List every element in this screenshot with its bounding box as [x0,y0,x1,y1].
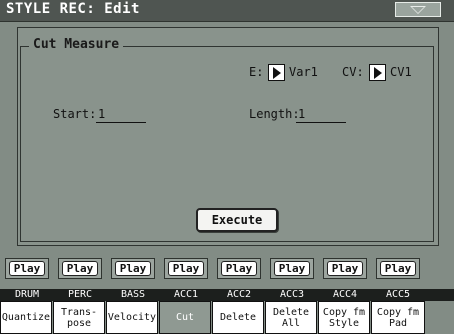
length-label: Length: [249,107,300,121]
page-menu-button[interactable] [395,2,441,17]
play-button-acc5[interactable]: Play [376,258,420,279]
play-button-bass[interactable]: Play [111,258,155,279]
play-button-acc2[interactable]: Play [217,258,261,279]
title-bar: STYLE REC: Edit [0,0,454,22]
track-label-acc3: ACC3 [279,289,305,300]
start-value[interactable]: 1 [98,107,105,121]
track-label-bass: BASS [120,289,146,300]
play-button-perc[interactable]: Play [58,258,102,279]
e-value[interactable]: Var1 [289,65,318,79]
tab-cut[interactable]: Cut [159,301,211,334]
track-label-drum: DRUM [14,289,40,300]
cv-select-arrow[interactable] [369,64,386,81]
tab-quantize[interactable]: Quantize [0,301,52,334]
length-field-underline [296,122,346,123]
track-label-acc4: ACC4 [332,289,358,300]
cv-value[interactable]: CV1 [390,65,412,79]
tab-delete[interactable]: Delete [212,301,264,334]
page-title: STYLE REC: Edit [6,1,140,17]
play-button-acc4[interactable]: Play [323,258,367,279]
tab-delete-all[interactable]: Delete All [265,301,317,334]
e-select-arrow[interactable] [268,64,285,81]
start-field-underline [96,122,146,123]
tab-copy-fm-pad[interactable]: Copy fm Pad [371,301,425,334]
play-button-drum[interactable]: Play [5,258,49,279]
track-label-acc1: ACC1 [173,289,199,300]
track-label-acc5: ACC5 [385,289,411,300]
play-button-acc3[interactable]: Play [270,258,314,279]
execute-button[interactable]: Execute [196,208,278,232]
play-arrow-icon [273,67,281,79]
play-arrow-icon [374,67,382,79]
length-value[interactable]: 1 [298,107,305,121]
cv-label: CV: [342,65,364,79]
track-label-acc2: ACC2 [226,289,252,300]
play-button-acc1[interactable]: Play [164,258,208,279]
tab-transpose[interactable]: Trans- pose [53,301,105,334]
screen: STYLE REC: Edit Cut Measure E: Var1 CV: … [0,0,454,334]
track-label-perc: PERC [67,289,93,300]
e-label: E: [249,65,264,79]
tab-velocity[interactable]: Velocity [106,301,158,334]
start-label: Start: [53,107,97,121]
group-title: Cut Measure [29,37,124,52]
tab-copy-fm-style[interactable]: Copy fm Style [318,301,370,334]
